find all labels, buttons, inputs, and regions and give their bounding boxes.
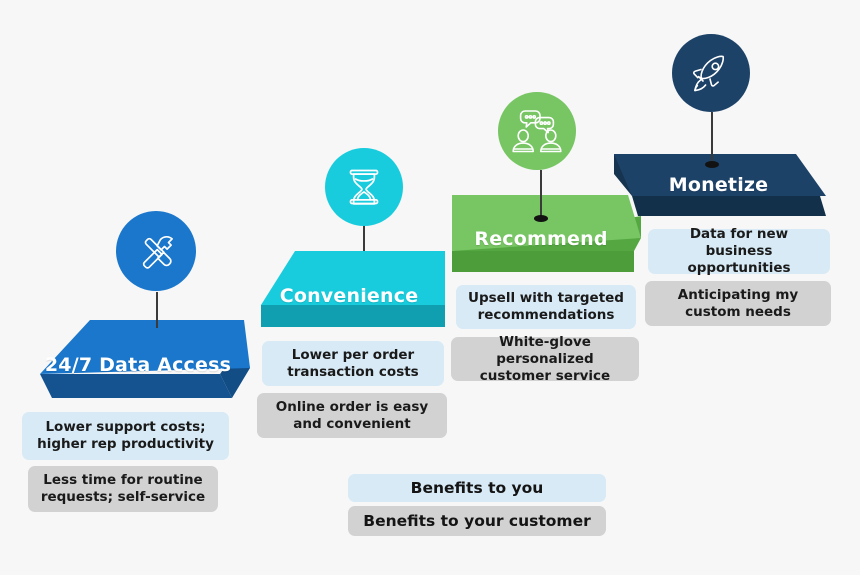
- legend-benefits-to-you[interactable]: Benefits to you: [348, 474, 606, 502]
- icon-badge-data-access[interactable]: [116, 211, 196, 291]
- benefit-chip-you-convenience[interactable]: Lower per order transaction costs: [262, 341, 444, 386]
- hourglass-icon: [349, 169, 379, 205]
- people-speech-bubbles-icon: [512, 110, 562, 153]
- benefit-chip-you-monetize[interactable]: Data for new business opportunities: [648, 226, 830, 276]
- icon-badge-convenience[interactable]: [325, 148, 403, 226]
- rocket-icon: [692, 55, 725, 92]
- benefit-chip-customer-recommend[interactable]: White-glove personalized customer servic…: [451, 334, 639, 384]
- slab-monetize[interactable]: Monetize: [610, 140, 835, 220]
- connector-line-convenience: [363, 225, 365, 251]
- benefit-chip-customer-data-access[interactable]: Less time for routine requests; self-ser…: [28, 466, 218, 512]
- icon-badge-monetize[interactable]: [672, 34, 750, 112]
- connector-line-data-access: [156, 292, 158, 328]
- icon-badge-recommend[interactable]: [498, 92, 576, 170]
- slab-data-access[interactable]: 24/7 Data Access: [20, 312, 256, 400]
- benefit-chip-customer-monetize[interactable]: Anticipating my custom needs: [645, 281, 831, 326]
- tools-hammer-screwdriver-icon: [142, 235, 173, 269]
- benefit-chip-you-data-access[interactable]: Lower support costs; higher rep producti…: [22, 412, 229, 460]
- benefit-chip-customer-convenience[interactable]: Online order is easy and convenient: [257, 393, 447, 438]
- connector-pin-recommend: [534, 215, 548, 222]
- benefit-chip-you-recommend[interactable]: Upsell with targeted recommendations: [456, 285, 636, 329]
- connector-line-monetize: [711, 112, 713, 165]
- connector-line-recommend: [540, 170, 542, 219]
- connector-pin-monetize: [705, 161, 719, 168]
- slab-convenience[interactable]: Convenience: [251, 249, 447, 329]
- diagram-canvas: 24/7 Data Access Lower support costs; hi…: [0, 0, 860, 575]
- legend-benefits-to-customer[interactable]: Benefits to your customer: [348, 506, 606, 536]
